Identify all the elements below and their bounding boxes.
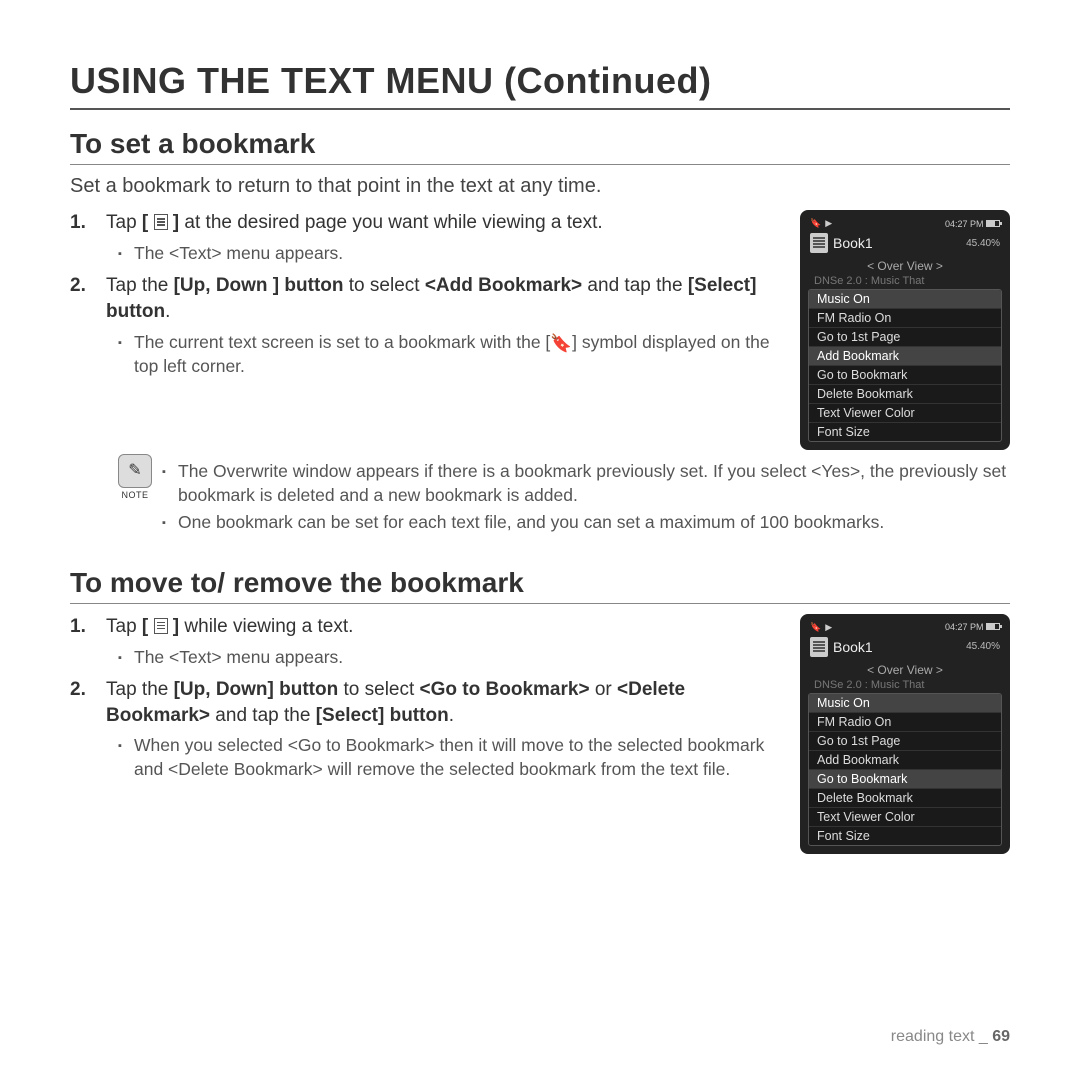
t: <Add Bookmark>: [425, 275, 582, 296]
s2-step-2: Tap the [Up, Down] button to select <Go …: [70, 677, 782, 782]
device-menu-item: Delete Bookmark: [809, 385, 1001, 404]
battery-icon: [986, 623, 1000, 630]
t: Tap the: [106, 679, 174, 700]
s1-step1-bracket-close: ]: [168, 212, 180, 233]
t: The current text screen is set to a book…: [134, 332, 550, 352]
device1-time: 04:27 PM: [945, 219, 984, 229]
device-menu-item: FM Radio On: [809, 713, 1001, 732]
device-mock-2: 🔖▶ 04:27 PM Book1 45.40% < Over View > D…: [800, 614, 1010, 854]
t: to select: [338, 679, 419, 700]
device-menu-item: Music On: [809, 290, 1001, 309]
section1-intro: Set a bookmark to return to that point i…: [70, 175, 1010, 198]
t: <Go to Bookmark>: [420, 679, 590, 700]
device2-time: 04:27 PM: [945, 622, 984, 632]
t: and tap the: [210, 705, 316, 726]
device1-pct: 45.40%: [966, 238, 1000, 249]
t: [Select] button: [316, 705, 449, 726]
battery-icon: [986, 220, 1000, 227]
s2-step1-sub1: The <Text> menu appears.: [118, 646, 782, 670]
note-pencil-icon: ✎: [118, 454, 152, 488]
t: to select: [344, 275, 425, 296]
device-menu-item: Font Size: [809, 423, 1001, 441]
device-menu-item: Go to 1st Page: [809, 328, 1001, 347]
section-move-remove-title: To move to/ remove the bookmark: [70, 567, 1010, 604]
device2-pct: 45.40%: [966, 641, 1000, 652]
status-left: 🔖▶: [810, 622, 832, 633]
status-left: 🔖▶: [810, 218, 832, 229]
page-title: USING THE TEXT MENU (Continued): [70, 60, 1010, 110]
page-footer: reading text _ 69: [891, 1028, 1010, 1046]
device-menu-item: Font Size: [809, 827, 1001, 845]
device-menu-item: Text Viewer Color: [809, 808, 1001, 827]
t: .: [449, 705, 454, 726]
t: [Up, Down ] button: [174, 275, 344, 296]
bookmark-clip-icon: 🔖: [550, 332, 572, 356]
device-menu-item: Go to Bookmark: [809, 366, 1001, 385]
menu-button-icon: [154, 214, 168, 230]
document-icon: [810, 233, 828, 253]
device-menu-item: Add Bookmark: [809, 751, 1001, 770]
note2: One bookmark can be set for each text fi…: [162, 511, 1010, 535]
s1-step1-text-a: Tap: [106, 212, 142, 233]
t: Tap the: [106, 275, 174, 296]
device-menu-item: Add Bookmark: [809, 347, 1001, 366]
status-right: 04:27 PM: [945, 622, 1000, 632]
device-menu-item: Go to 1st Page: [809, 732, 1001, 751]
device-menu-item: Go to Bookmark: [809, 770, 1001, 789]
menu-button-icon: [154, 618, 168, 634]
t: while viewing a text.: [179, 616, 353, 637]
device1-overview: < Over View >: [808, 259, 1002, 273]
s1-step2-sub1: The current text screen is set to a book…: [118, 331, 782, 379]
device1-title: Book1: [833, 235, 873, 251]
footer-section: reading text: [891, 1028, 975, 1045]
footer-page-number: 69: [992, 1028, 1010, 1045]
note1: The Overwrite window appears if there is…: [162, 460, 1010, 507]
s2-step-1: Tap [ ] while viewing a text. The <Text>…: [70, 614, 782, 669]
t: Tap: [106, 616, 142, 637]
device-menu-item: Delete Bookmark: [809, 789, 1001, 808]
document-icon: [810, 637, 828, 657]
s1-step-2: Tap the [Up, Down ] button to select <Ad…: [70, 273, 782, 379]
t: [: [142, 616, 154, 637]
device2-faint: DNSe 2.0 : Music That: [808, 679, 1002, 691]
device2-menu: Music OnFM Radio OnGo to 1st PageAdd Boo…: [808, 693, 1002, 846]
t: .: [165, 301, 170, 322]
device-menu-item: Text Viewer Color: [809, 404, 1001, 423]
t: and tap the: [582, 275, 688, 296]
t: [Up, Down] button: [174, 679, 339, 700]
device2-title: Book1: [833, 639, 873, 655]
note-label: NOTE: [118, 490, 152, 500]
device1-faint: DNSe 2.0 : Music That: [808, 275, 1002, 287]
s1-step-1: Tap [ ] at the desired page you want whi…: [70, 210, 782, 265]
s1-step1-sub1: The <Text> menu appears.: [118, 242, 782, 266]
device-menu-item: FM Radio On: [809, 309, 1001, 328]
s1-step1-text-b: at the desired page you want while viewi…: [179, 212, 603, 233]
device-mock-1: 🔖▶ 04:27 PM Book1 45.40% < Over View > D…: [800, 210, 1010, 450]
section-set-bookmark-title: To set a bookmark: [70, 128, 1010, 165]
device2-overview: < Over View >: [808, 663, 1002, 677]
footer-sep: _: [974, 1028, 992, 1045]
t: ]: [168, 616, 180, 637]
s1-step1-bracket-open: [: [142, 212, 154, 233]
s2-step2-sub1: When you selected <Go to Bookmark> then …: [118, 734, 782, 781]
status-right: 04:27 PM: [945, 219, 1000, 229]
note-icon-wrap: ✎ NOTE: [118, 454, 152, 500]
t: or: [590, 679, 617, 700]
device-menu-item: Music On: [809, 694, 1001, 713]
device1-menu: Music OnFM Radio OnGo to 1st PageAdd Boo…: [808, 289, 1002, 442]
